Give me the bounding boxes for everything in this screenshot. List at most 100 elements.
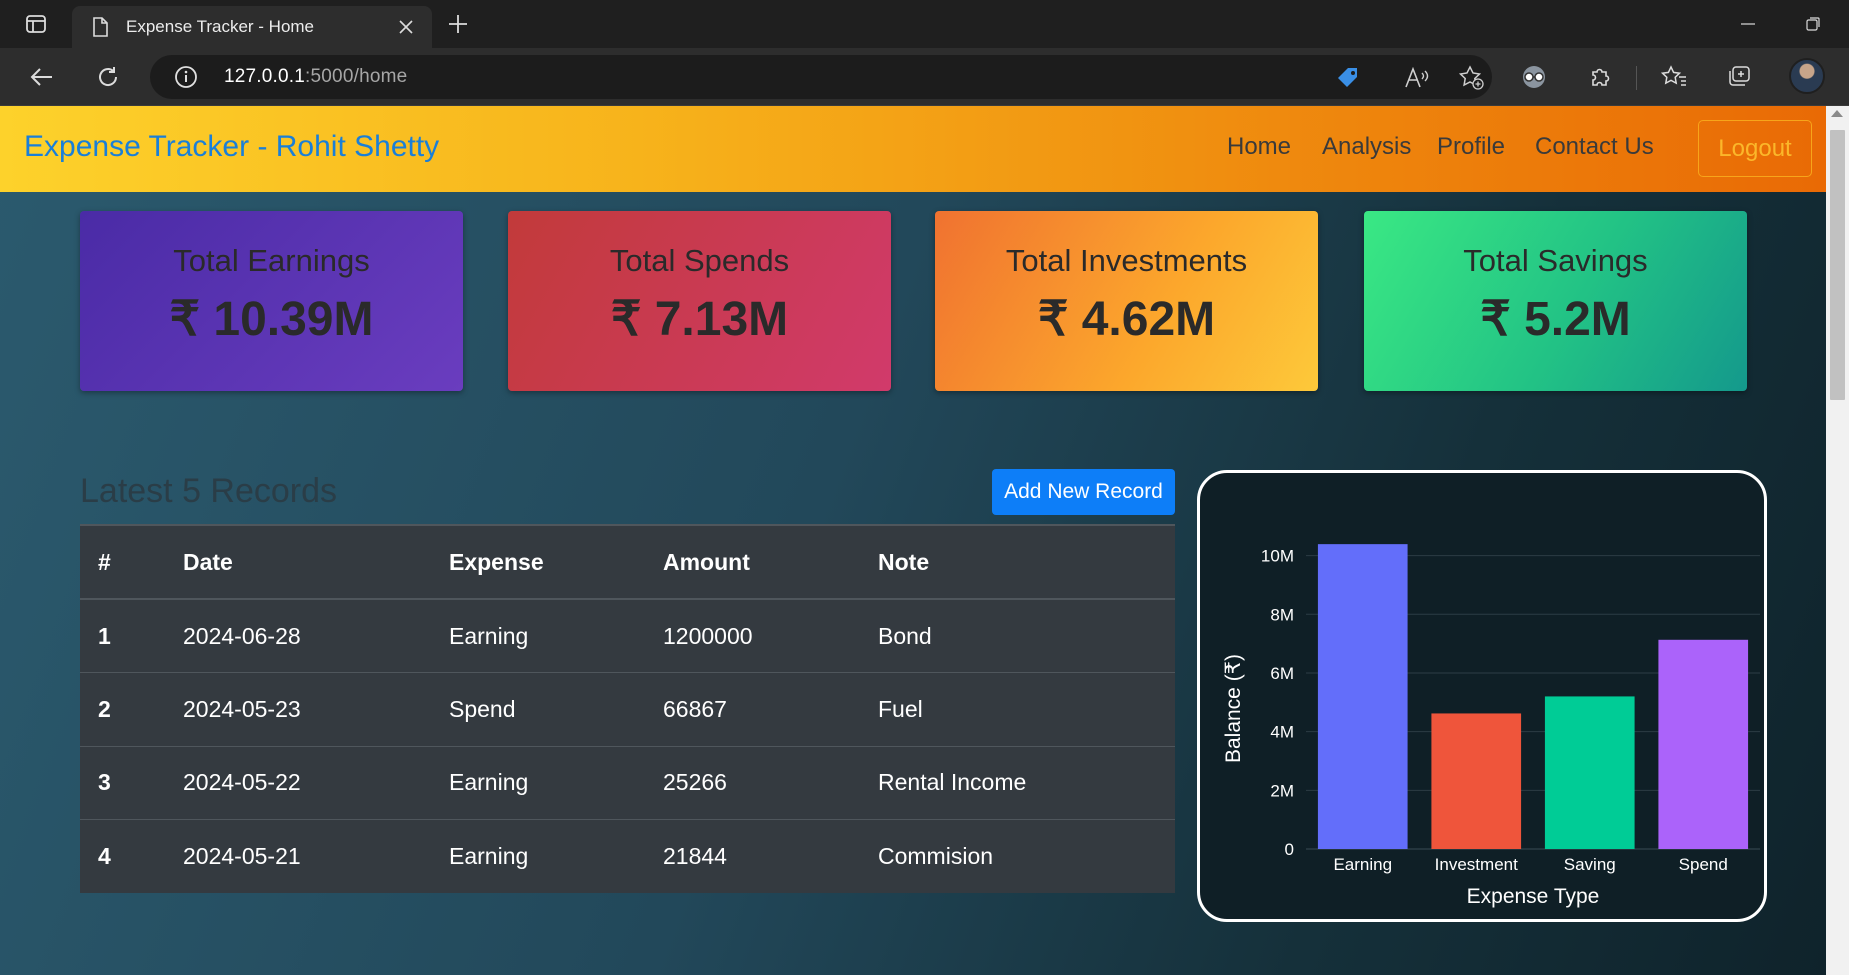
card-value: ₹ 10.39M [169, 293, 374, 346]
nav-link-profile[interactable]: Profile [1437, 133, 1505, 161]
row-date: 2024-05-21 [183, 843, 301, 869]
nav-link-analysis[interactable]: Analysis [1322, 133, 1411, 161]
row-amount: 1200000 [663, 599, 878, 673]
url-text[interactable]: 127.0.0.1:5000/home [224, 66, 407, 88]
url-path: :5000/home [305, 66, 408, 87]
total-earnings-card: Total Earnings ₹ 10.39M [80, 211, 463, 391]
row-index: 4 [98, 843, 111, 869]
x-tick-label: Earning [1333, 855, 1392, 874]
card-value: ₹ 7.13M [610, 293, 789, 346]
maximize-window-icon[interactable] [1795, 10, 1831, 38]
row-amount: 21844 [663, 843, 727, 869]
records-table: # Date Expense Amount Note 1 2024-06-28 … [80, 524, 1175, 893]
document-icon [92, 17, 108, 42]
bar-spend [1658, 639, 1749, 849]
table-row: 4 2024-05-21 Earning 21844 Commision [80, 820, 1175, 894]
site-info-icon[interactable] [174, 65, 198, 94]
read-aloud-icon[interactable] [1403, 64, 1431, 92]
column-header-amount: Amount [663, 524, 878, 600]
card-title: Total Investments [1005, 243, 1248, 278]
total-spends-card: Total Spends ₹ 7.13M [508, 211, 891, 391]
nav-link-contact-us[interactable]: Contact Us [1535, 133, 1654, 161]
row-index: 1 [80, 599, 183, 673]
x-tick-label: Spend [1679, 855, 1728, 874]
column-header-expense: Expense [449, 524, 663, 600]
minimize-window-icon[interactable] [1730, 10, 1766, 38]
y-axis-title: Balance (₹) [1222, 654, 1245, 763]
browser-tab-bar: Expense Tracker - Home [0, 0, 1849, 48]
card-value: ₹ 4.62M [1037, 293, 1216, 346]
bar-saving [1544, 696, 1635, 849]
tab-expense-tracker[interactable]: Expense Tracker - Home [72, 6, 432, 48]
y-tick-label: 10M [1261, 547, 1294, 566]
extensions-puzzle-icon[interactable] [1583, 61, 1619, 93]
column-header-note: Note [878, 524, 1175, 600]
extension-glasses-icon[interactable] [1516, 61, 1552, 93]
x-tick-label: Saving [1564, 855, 1616, 874]
y-tick-label: 6M [1270, 664, 1294, 683]
scroll-up-arrow-icon[interactable] [1831, 110, 1843, 117]
price-tag-icon[interactable] [1334, 64, 1362, 92]
card-title: Total Savings [1463, 243, 1648, 278]
navbar: Expense Tracker - Rohit Shetty Home Anal… [0, 106, 1826, 192]
row-note: Fuel [878, 672, 1175, 747]
tab-title: Expense Tracker - Home [126, 17, 315, 36]
row-index: 2 [80, 672, 183, 747]
records-section-title: Latest 5 Records [80, 472, 338, 510]
address-bar[interactable]: 127.0.0.1:5000/home [150, 55, 1492, 99]
row-date: 2024-06-28 [183, 599, 449, 673]
table-row: 2 2024-05-23 Spend 66867 Fuel [80, 672, 1175, 747]
scrollbar-thumb[interactable] [1830, 130, 1845, 400]
y-tick-label: 8M [1270, 605, 1294, 624]
balance-chart-panel: 0 2M 4M 6M 8M 10M Earning Investment Saving Spend… [1197, 470, 1767, 922]
new-tab-icon[interactable] [442, 8, 474, 40]
row-amount: 25266 [663, 746, 878, 820]
sidebar-toggle-icon[interactable] [16, 10, 56, 38]
profile-avatar[interactable] [1789, 58, 1825, 94]
column-header-index: # [80, 524, 183, 600]
collections-icon[interactable] [1721, 61, 1757, 93]
row-note: Commision [878, 843, 994, 869]
balance-bar-chart: 0 2M 4M 6M 8M 10M Earning Investment Saving Spend… [1222, 544, 1760, 908]
favorites-icon[interactable] [1656, 61, 1692, 93]
row-expense: Earning [449, 843, 529, 869]
table-row: 1 2024-06-28 Earning 1200000 Bond [80, 599, 1175, 673]
reload-icon[interactable] [88, 61, 128, 93]
page-viewport: Expense Tracker - Rohit Shetty Home Anal… [0, 106, 1826, 975]
table-row: 3 2024-05-22 Earning 25266 Rental Income [80, 746, 1175, 820]
bar-investment [1431, 713, 1522, 849]
close-tab-icon[interactable] [394, 15, 418, 39]
url-host: 127.0.0.1 [224, 66, 306, 87]
row-date: 2024-05-22 [183, 746, 449, 820]
browser-toolbar: 127.0.0.1:5000/home [0, 48, 1849, 106]
toolbar-divider [1636, 66, 1637, 90]
card-title: Total Earnings [173, 243, 370, 278]
row-amount: 66867 [663, 672, 878, 747]
row-note: Bond [878, 599, 1175, 673]
add-favorite-icon[interactable] [1458, 64, 1486, 92]
card-value: ₹ 5.2M [1480, 293, 1631, 346]
total-investments-card: Total Investments ₹ 4.62M [935, 211, 1318, 391]
y-tick-label: 4M [1270, 723, 1294, 742]
y-tick-label: 2M [1270, 781, 1294, 800]
bar-earning [1317, 544, 1408, 849]
x-tick-label: Investment [1435, 855, 1518, 874]
row-date: 2024-05-23 [183, 672, 449, 747]
y-tick-label: 0 [1285, 840, 1294, 859]
row-note: Rental Income [878, 746, 1175, 820]
row-expense: Spend [449, 672, 663, 747]
card-title: Total Spends [609, 243, 790, 278]
add-new-record-button[interactable]: Add New Record [992, 469, 1175, 515]
page-scrollbar[interactable] [1826, 106, 1849, 975]
row-index: 3 [80, 746, 183, 820]
row-expense: Earning [449, 599, 663, 673]
nav-link-home[interactable]: Home [1227, 133, 1291, 161]
logout-button[interactable]: Logout [1698, 120, 1812, 177]
x-axis-title: Expense Type [1467, 885, 1600, 908]
column-header-date: Date [183, 524, 449, 600]
row-expense: Earning [449, 746, 663, 820]
total-savings-card: Total Savings ₹ 5.2M [1364, 211, 1747, 391]
brand-title[interactable]: Expense Tracker - Rohit Shetty [24, 130, 439, 164]
back-arrow-icon[interactable] [22, 61, 62, 93]
table-header-row: # Date Expense Amount Note [80, 524, 1175, 600]
